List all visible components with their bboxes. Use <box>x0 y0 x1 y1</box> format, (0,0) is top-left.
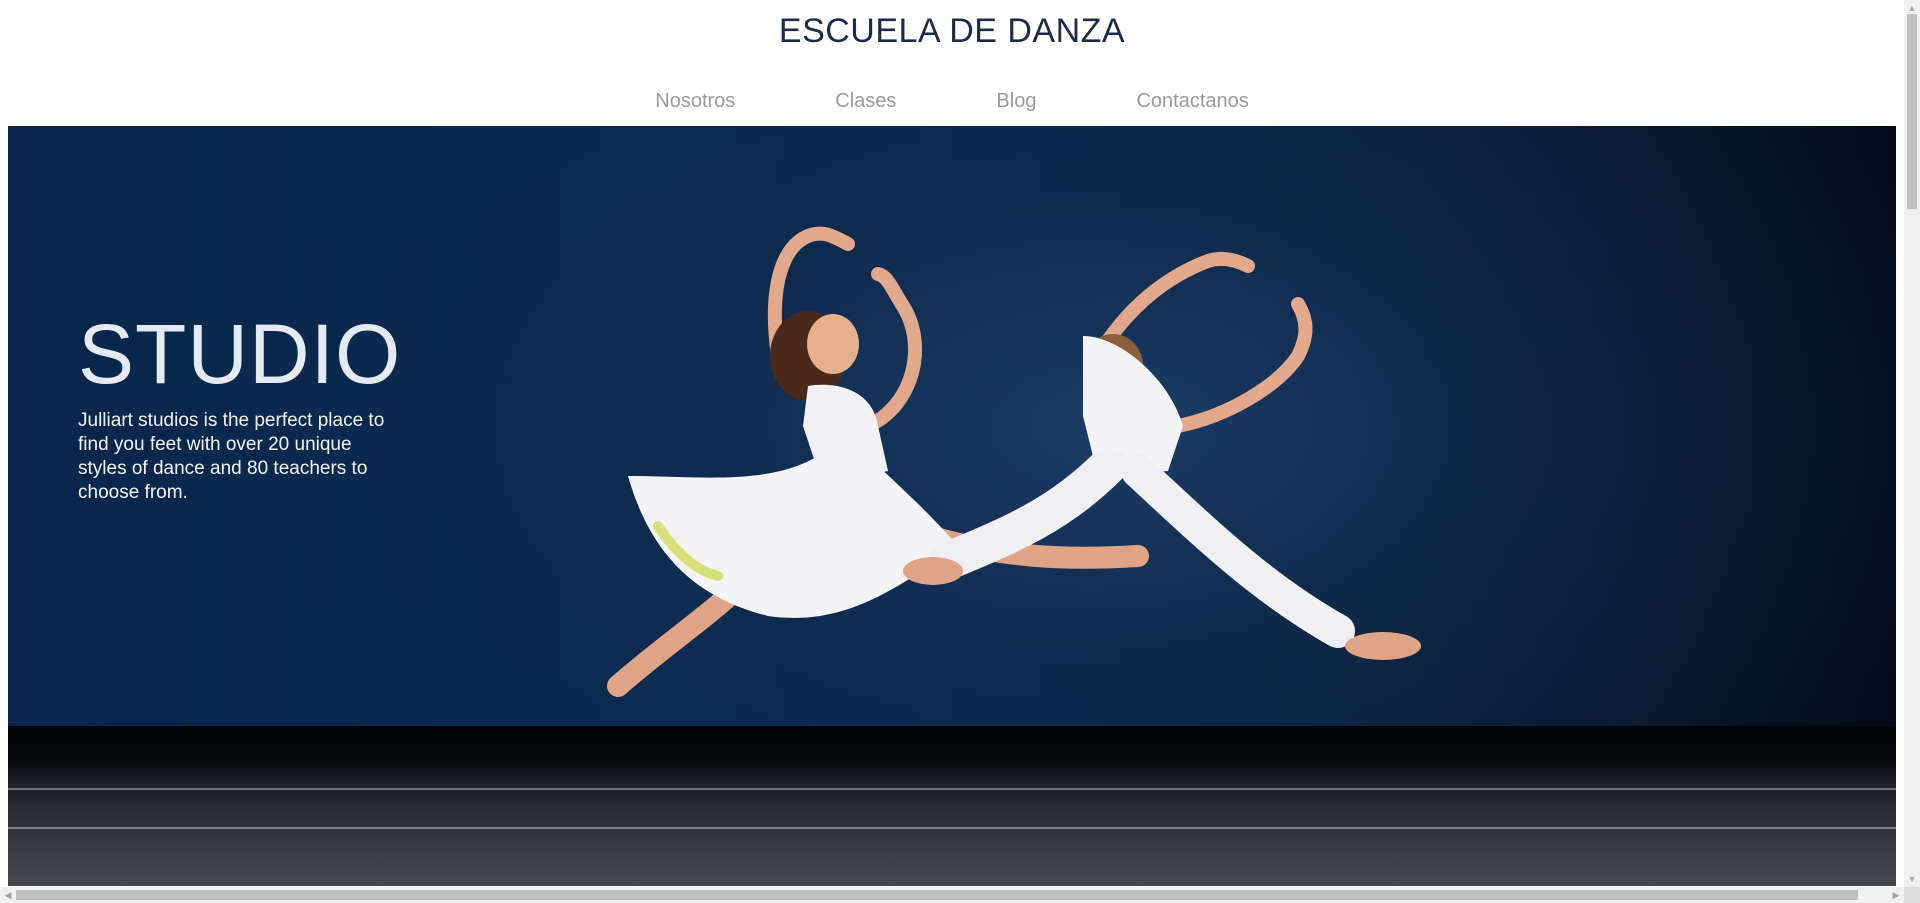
nav-item-contactanos[interactable]: Contactanos <box>1086 90 1298 113</box>
main-nav: Nosotros Clases Blog Contactanos <box>0 90 1904 113</box>
page: ESCUELA DE DANZA Nosotros Clases Blog Co… <box>0 0 1920 903</box>
scroll-left-icon[interactable]: ◀ <box>0 887 16 903</box>
horizontal-scrollbar[interactable]: ◀ ▶ <box>0 887 1904 903</box>
vertical-scroll-thumb[interactable] <box>1907 14 1917 209</box>
nav-item-blog[interactable]: Blog <box>946 90 1086 113</box>
scroll-down-icon[interactable]: ▼ <box>1904 871 1920 887</box>
dancers-photo <box>607 226 1421 697</box>
hero-heading: STUDIO <box>78 307 402 401</box>
male-dancer <box>903 251 1421 660</box>
scroll-right-icon[interactable]: ▶ <box>1888 887 1904 903</box>
horizontal-scroll-thumb[interactable] <box>16 890 1858 900</box>
site-title: ESCUELA DE DANZA <box>778 12 1126 50</box>
nav-item-clases[interactable]: Clases <box>785 90 946 113</box>
nav-item-nosotros[interactable]: Nosotros <box>605 90 785 113</box>
hero-banner: STUDIO Julliart studios is the perfect p… <box>8 126 1896 886</box>
hero-description: Julliart studios is the perfect place to… <box>78 410 385 503</box>
female-dancer <box>607 226 1149 697</box>
scrollbar-corner <box>1904 887 1920 903</box>
vertical-scrollbar[interactable]: ▲ ▼ <box>1904 0 1920 887</box>
